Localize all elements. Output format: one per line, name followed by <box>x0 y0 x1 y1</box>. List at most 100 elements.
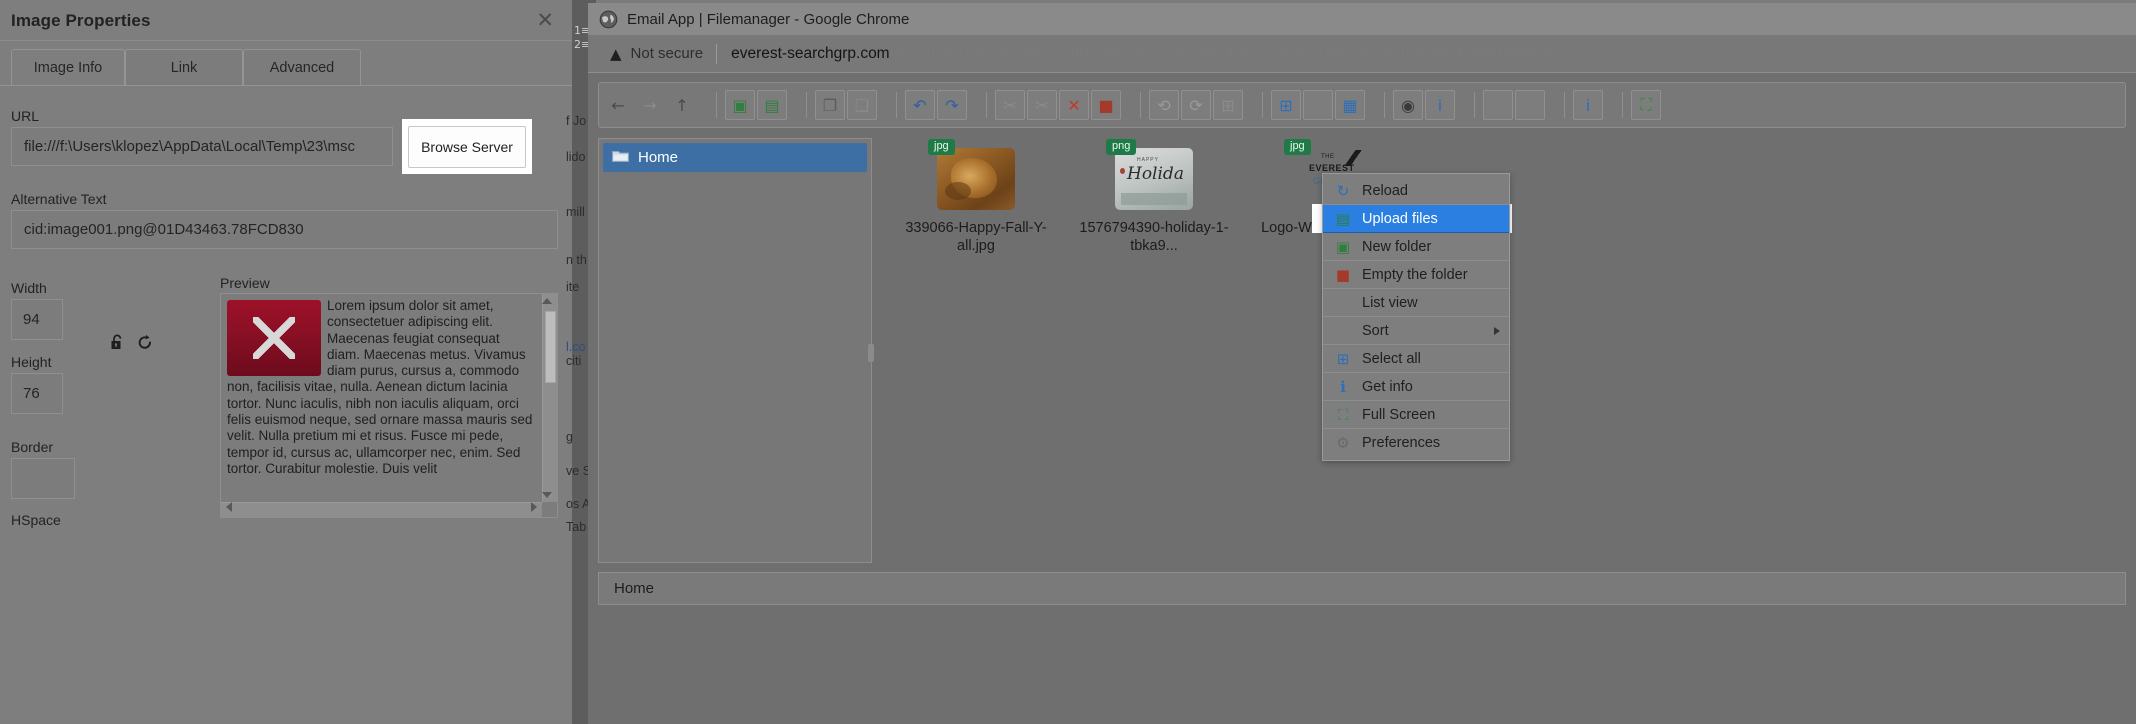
filemanager-context-menu: ↻ Reload ▤ Upload files ▣ New folder ■ Empty th… <box>1322 173 1510 461</box>
dialog-titlebar: Image Properties ✕ <box>0 0 572 41</box>
paste-icon[interactable]: ❑ <box>847 90 877 120</box>
file-tile[interactable]: Holida HAPPY png 1576794390-holiday-1-tb… <box>1074 139 1234 255</box>
tree-item-label: Home <box>638 149 679 166</box>
preview-scroll-thumb[interactable] <box>545 311 556 383</box>
context-menu-item-sort[interactable]: Ⓐ Sort <box>1323 317 1509 345</box>
scroll-left-icon[interactable] <box>226 502 232 512</box>
edit-icon[interactable]: ▧ <box>1515 90 1545 120</box>
chrome-titlebar[interactable]: Email App | Filemanager - Google Chrome <box>588 3 2136 35</box>
fullscreen-icon[interactable]: ⛶ <box>1631 90 1661 120</box>
cut-icon[interactable]: ✂ <box>995 90 1025 120</box>
preferences-icon: ⚙ <box>1336 434 1350 452</box>
alt-text-label: Alternative Text <box>11 191 107 207</box>
thumbnails-icon[interactable]: ▦ <box>1335 90 1365 120</box>
undo-icon[interactable]: ↶ <box>905 90 935 120</box>
thumbnail-wrap: jpg <box>928 139 1015 210</box>
folder-icon <box>612 149 629 167</box>
get-info-icon[interactable]: i <box>1425 90 1455 120</box>
empty-folder-icon: ■ <box>1335 265 1351 284</box>
parent-folder-icon[interactable]: ↑ <box>667 90 697 120</box>
get-info-icon: ℹ <box>1340 377 1346 396</box>
context-menu-item-label: Sort <box>1362 322 1389 339</box>
rotate-left-icon[interactable]: ⟲ <box>1149 90 1179 120</box>
border-input[interactable] <box>11 458 75 499</box>
tab-image-info[interactable]: Image Info <box>11 49 125 86</box>
status-path-label: Home <box>614 580 655 597</box>
context-menu-item-select-all[interactable]: ⊞ Select all <box>1323 345 1509 373</box>
tab-label: Image Info <box>33 59 103 76</box>
context-menu-item-list-view[interactable]: ≣ List view <box>1323 289 1509 317</box>
rotate-right-icon[interactable]: ⟳ <box>1181 90 1211 120</box>
info-panel-icon[interactable]: i <box>1573 90 1603 120</box>
empty-folder-icon[interactable]: ■ <box>1091 90 1121 120</box>
tab-advanced[interactable]: Advanced <box>243 49 361 86</box>
width-input[interactable]: 94 <box>11 299 63 340</box>
preview-vertical-scrollbar[interactable] <box>542 294 557 502</box>
scroll-down-icon[interactable] <box>542 492 552 498</box>
delete-icon[interactable]: ✕ <box>1059 90 1089 120</box>
context-menu-item-label: Select all <box>1362 350 1421 367</box>
context-menu-item-preferences[interactable]: ⚙ Preferences <box>1323 429 1509 457</box>
toolbar-separator <box>896 92 897 118</box>
forward-arrow-icon[interactable]: → <box>635 90 665 120</box>
save-upload-icon[interactable]: ▤ <box>757 90 787 120</box>
toolbar-group-4: ✂ ✂ ✕ ■ <box>995 90 1121 120</box>
context-menu-item-label: Upload files <box>1362 210 1438 227</box>
redo-icon[interactable]: ↷ <box>937 90 967 120</box>
file-type-badge: png <box>1106 139 1137 155</box>
close-icon[interactable]: ✕ <box>536 10 554 31</box>
image-properties-dialog: Image Properties ✕ Image Info Link Advan… <box>0 0 572 724</box>
rename-icon[interactable]: ▭ <box>1483 90 1513 120</box>
toolbar-separator <box>986 92 987 118</box>
context-menu-item-reload[interactable]: ↻ Reload <box>1323 177 1509 205</box>
toolbar-group-5: ⟲ ⟳ ⊞ <box>1149 90 1243 120</box>
screen-root: Image Properties ✕ Image Info Link Advan… <box>0 0 2136 724</box>
file-type-badge: jpg <box>1284 139 1311 155</box>
ratio-controls <box>110 334 153 351</box>
remove-icon[interactable]: ✂ <box>1027 90 1057 120</box>
file-tile[interactable]: jpg 339066-Happy-Fall-Y-all.jpg <box>896 139 1056 255</box>
preview-horizontal-scrollbar[interactable] <box>221 502 542 517</box>
grid-view-icon[interactable]: ⊞ <box>1271 90 1301 120</box>
peek-frag: n th <box>566 253 587 267</box>
hspace-label: HSpace <box>11 512 61 528</box>
panel-splitter-handle[interactable] <box>868 344 874 362</box>
context-menu-item-empty-the-folder[interactable]: ■ Empty the folder <box>1323 261 1509 289</box>
list-view-icon[interactable]: ≣ <box>1303 90 1333 120</box>
status-bar: Home <box>598 572 2126 605</box>
back-arrow-icon[interactable]: ← <box>603 90 633 120</box>
context-menu-item-upload-files[interactable]: ▤ Upload files <box>1323 205 1509 233</box>
alt-text-input[interactable]: cid:image001.png@01D43463.78FCD830 <box>11 210 558 249</box>
peek-frag: g <box>566 430 573 444</box>
peek-frag: Tab <box>566 520 587 534</box>
browse-server-button[interactable]: Browse Server <box>408 125 526 168</box>
resize-icon[interactable]: ⊞ <box>1213 90 1243 120</box>
warning-triangle-icon[interactable]: ▲ <box>610 45 622 63</box>
scroll-up-icon[interactable] <box>542 298 552 304</box>
width-label: Width <box>11 280 47 296</box>
reset-size-icon[interactable] <box>137 334 153 351</box>
context-menu-item-get-info[interactable]: ℹ Get info <box>1323 373 1509 401</box>
omnibox-divider <box>716 43 718 64</box>
tab-link[interactable]: Link <box>125 49 243 86</box>
url-label: URL <box>11 108 40 124</box>
height-input[interactable]: 76 <box>11 373 63 414</box>
address-bar[interactable]: ▲ Not secure everest-searchgrp.com/accou… <box>588 35 2136 73</box>
context-menu-item-label: Empty the folder <box>1362 266 1468 283</box>
preview-label: Preview <box>220 275 270 291</box>
peek-link[interactable]: l.co <box>566 340 585 355</box>
context-menu-item-label: Get info <box>1362 378 1413 395</box>
preview-eye-icon[interactable]: ◉ <box>1393 90 1423 120</box>
copy-icon[interactable]: ❐ <box>815 90 845 120</box>
toolbar-separator <box>1262 92 1263 118</box>
list-view-icon: ≣ <box>1336 293 1350 312</box>
tree-item-home[interactable]: Home <box>603 143 867 172</box>
context-menu-item-new-folder[interactable]: ▣ New folder <box>1323 233 1509 261</box>
url-input[interactable]: file:///f:\Users\klopez\AppData\Local\Te… <box>11 127 393 166</box>
folder-tree-panel: Home <box>598 138 872 563</box>
new-folder-icon[interactable]: ▣ <box>725 90 755 120</box>
unlock-ratio-icon[interactable] <box>110 334 125 351</box>
scroll-right-icon[interactable] <box>531 502 537 512</box>
url-host: everest-searchgrp.com <box>731 44 890 62</box>
context-menu-item-full-screen[interactable]: ⛶ Full Screen <box>1323 401 1509 429</box>
